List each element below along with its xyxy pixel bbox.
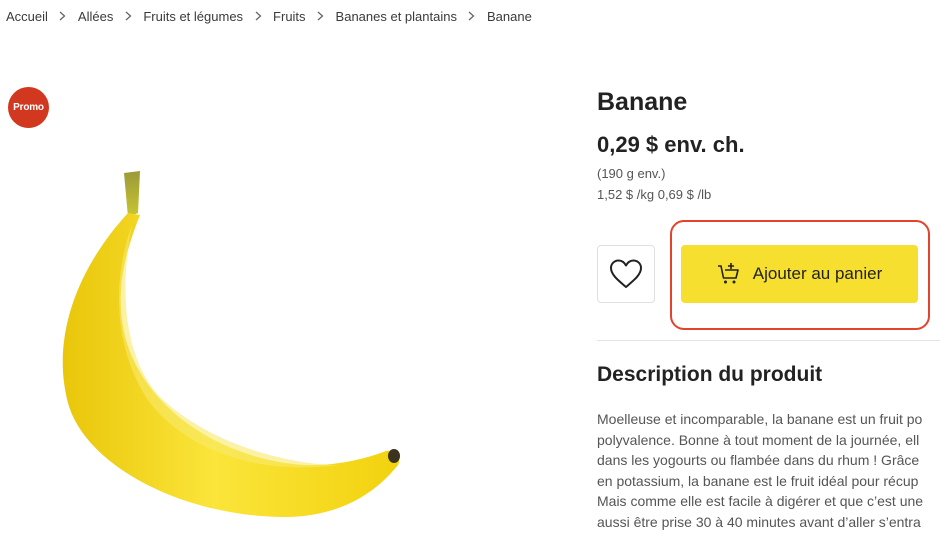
heart-icon xyxy=(610,259,642,288)
description-line: polyvalence. Bonne à tout moment de la j… xyxy=(597,431,920,448)
breadcrumb-item-fruits-legumes[interactable]: Fruits et légumes xyxy=(143,9,243,24)
product-title: Banane xyxy=(597,88,688,116)
description-line: dans les yogourts ou flambée dans du rhu… xyxy=(597,452,920,468)
chevron-right-icon xyxy=(306,11,336,21)
description-line: Mais comme elle est facile à digérer et … xyxy=(597,493,924,509)
breadcrumb: Accueil Allées Fruits et légumes Fruits … xyxy=(6,8,532,24)
chevron-right-icon xyxy=(457,11,487,21)
breadcrumb-item-accueil[interactable]: Accueil xyxy=(6,9,48,24)
divider xyxy=(597,340,940,341)
add-to-cart-button[interactable]: Ajouter au panier xyxy=(681,245,918,303)
breadcrumb-item-bananes-plantains[interactable]: Bananes et plantains xyxy=(336,9,457,24)
cart-plus-icon xyxy=(717,263,739,284)
description-heading: Description du produit xyxy=(597,363,823,386)
description-line: Moelleuse et incomparable, la banane est… xyxy=(597,411,923,427)
breadcrumb-item-fruits[interactable]: Fruits xyxy=(273,9,306,24)
product-price: 0,29 $ env. ch. xyxy=(597,132,745,157)
chevron-right-icon xyxy=(243,11,273,21)
product-weight: (190 g env.) xyxy=(597,166,666,181)
promo-badge: Promo xyxy=(8,87,49,128)
chevron-right-icon xyxy=(48,11,78,21)
chevron-right-icon xyxy=(113,11,143,21)
description-line: aussi être prise 30 à 40 minutes avant d… xyxy=(597,513,921,530)
breadcrumb-item-banane: Banane xyxy=(486,8,532,24)
favorite-button[interactable] xyxy=(597,245,655,303)
unit-prices: 1,52 $ /kg 0,69 $ /lb xyxy=(597,187,712,202)
add-to-cart-label: Ajouter au panier xyxy=(752,264,883,283)
description-text: Moelleuse et incomparable, la banane est… xyxy=(597,409,940,532)
breadcrumb-item-allees[interactable]: Allées xyxy=(78,9,113,24)
product-image xyxy=(40,165,440,531)
banana-image xyxy=(62,171,400,518)
description-line: en potassium, la banane est le fruit idé… xyxy=(597,472,919,489)
